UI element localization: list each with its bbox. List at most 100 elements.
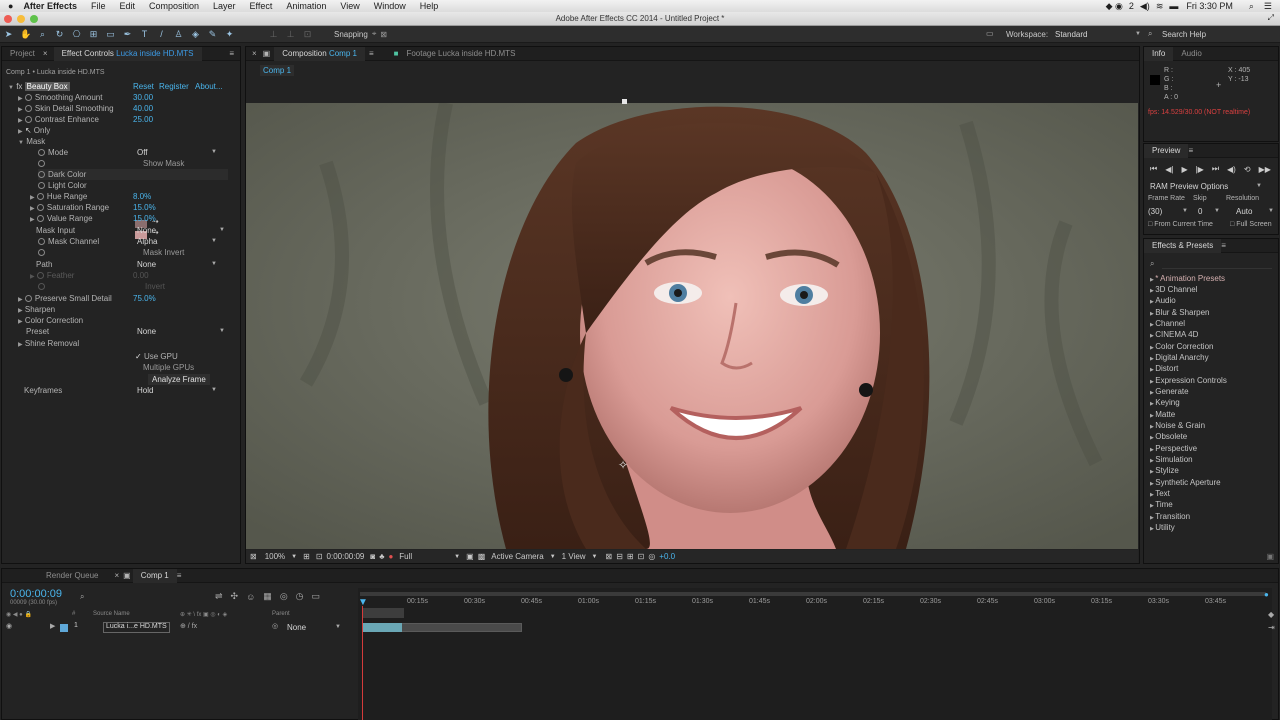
effects-search-input[interactable] xyxy=(1162,259,1272,269)
search-help-input[interactable]: Search Help xyxy=(1162,30,1206,39)
fullscreen-icon[interactable]: ⤢ xyxy=(1268,13,1274,23)
top-handle-marker[interactable] xyxy=(622,99,627,104)
menu-composition[interactable]: Composition xyxy=(149,1,199,11)
stopwatch-mask-invert[interactable] xyxy=(38,247,48,258)
show-mask-checkbox[interactable]: Show Mask xyxy=(143,158,184,169)
stopwatch-show-mask[interactable] xyxy=(38,158,48,169)
axis-view-icon[interactable]: ⊡ xyxy=(302,29,313,40)
region-of-interest-icon[interactable]: ▣ xyxy=(466,552,474,561)
keyframes-dropdown[interactable]: Hold xyxy=(137,385,217,396)
tab-footage[interactable]: Footage Lucka inside HD.MTS xyxy=(398,47,523,61)
effect-category-item[interactable]: Perspective xyxy=(1150,443,1197,454)
axis-icon[interactable]: ⊥ xyxy=(268,29,279,40)
exposure-value[interactable]: +0.0 xyxy=(659,552,675,561)
menu-edit[interactable]: Edit xyxy=(119,1,135,11)
prop-saturation-range[interactable]: ▶ Saturation Range xyxy=(30,202,109,213)
effect-category-item[interactable]: Expression Controls xyxy=(1150,375,1227,386)
mask-input-dropdown[interactable]: None xyxy=(137,225,225,236)
volume-icon[interactable]: ◀) xyxy=(1140,1,1150,12)
group-sharpen[interactable]: ▶ Sharpen xyxy=(18,304,55,315)
tab-effect-controls[interactable]: Effect Controls Lucka inside HD.MTS xyxy=(53,46,202,61)
tab-render-queue[interactable]: Render Queue xyxy=(2,569,106,583)
effects-menu-icon[interactable]: ≡ xyxy=(1221,241,1226,250)
effect-category-item[interactable]: Keying xyxy=(1150,397,1179,408)
status-icons[interactable]: ◆ ◉ xyxy=(1106,1,1123,12)
tab-audio[interactable]: Audio xyxy=(1173,47,1209,61)
effect-category-item[interactable]: Channel xyxy=(1150,318,1185,329)
preview-menu-icon[interactable]: ≡ xyxy=(1188,146,1193,155)
effect-category-item[interactable]: * Animation Presets xyxy=(1150,273,1225,284)
transparency-grid-icon[interactable]: ▩ xyxy=(478,552,486,561)
effect-category-item[interactable]: Simulation xyxy=(1150,454,1192,465)
effect-category-item[interactable]: Generate xyxy=(1150,386,1188,397)
play-icon[interactable]: ▶ xyxy=(1181,165,1187,174)
prop-preserve-small-detail[interactable]: ▶ Preserve Small Detail xyxy=(18,293,112,304)
viewer-panel-menu-icon[interactable]: ≡ xyxy=(369,49,374,58)
prop-only[interactable]: ▶ ↖ Only xyxy=(18,125,50,136)
prop-hue-range[interactable]: ▶ Hue Range xyxy=(30,191,87,202)
effect-category-item[interactable]: Noise & Grain xyxy=(1150,420,1205,431)
effect-category-item[interactable]: Synthetic Aperture xyxy=(1150,477,1220,488)
mask-visibility-icon[interactable]: ⊡ xyxy=(316,552,323,561)
comp-icon[interactable]: ▣ xyxy=(123,571,131,580)
type-tool-icon[interactable]: T xyxy=(139,29,150,40)
clone-stamp-tool-icon[interactable]: ♙ xyxy=(173,29,184,40)
comp-breadcrumb[interactable]: Comp 1 xyxy=(260,65,295,76)
toggle-pixel-aspect-icon[interactable]: ⊠ xyxy=(606,552,613,561)
composition-frame[interactable]: ✧ xyxy=(246,103,1138,549)
eraser-tool-icon[interactable]: ◈ xyxy=(190,29,201,40)
motion-blur-icon[interactable]: ◎ xyxy=(280,591,288,602)
layer-expand-icon[interactable]: ▶ xyxy=(50,622,55,630)
parent-dropdown[interactable]: None xyxy=(287,622,341,633)
from-current-time-checkbox[interactable]: □ From Current Time xyxy=(1148,221,1213,228)
clock[interactable]: Fri 3:30 PM xyxy=(1186,1,1233,11)
layer-switch-icons[interactable]: ⊕ / fx xyxy=(180,622,197,630)
app-menu[interactable]: After Effects xyxy=(23,1,77,11)
effect-category-item[interactable]: Obsolete xyxy=(1150,431,1187,442)
apple-icon[interactable]: ● xyxy=(8,1,13,11)
flag-icon[interactable]: ▬ xyxy=(1169,1,1178,11)
menu-help[interactable]: Help xyxy=(420,1,439,11)
hue-range-value[interactable]: 8.0% xyxy=(133,191,151,202)
layer-name[interactable]: Lucka i...e HD.MTS xyxy=(103,622,170,633)
exposure-icon[interactable]: ◎ xyxy=(648,552,655,561)
layer-row[interactable]: ◉ ▶ 1 Lucka i...e HD.MTS ⊕ / fx ◎ None xyxy=(0,622,358,634)
tab-comp-1[interactable]: Comp 1 xyxy=(132,568,177,583)
prop-skin-detail-smoothing[interactable]: ▶ Skin Detail Smoothing xyxy=(18,103,114,114)
comp-button-icon[interactable]: ◆ xyxy=(1268,610,1274,619)
effect-category-item[interactable]: CINEMA 4D xyxy=(1150,329,1198,340)
snapping-toggle-icon[interactable]: ⊠ xyxy=(380,30,387,39)
smoothing-amount-value[interactable]: 30.00 xyxy=(133,92,153,103)
tab-composition[interactable]: Composition Comp 1 xyxy=(274,46,365,61)
effects-search-icon[interactable]: ⌕ xyxy=(1150,259,1154,269)
effect-row-beauty-box[interactable]: ▼ fx Beauty Box xyxy=(8,81,70,92)
search-help-icon[interactable]: ⌕ xyxy=(1148,29,1152,39)
close-viewer-tab-icon[interactable]: × xyxy=(252,49,257,58)
resolution-dropdown[interactable]: Full xyxy=(399,552,412,561)
effect-category-item[interactable]: Transition xyxy=(1150,511,1190,522)
close-tab-icon[interactable]: × xyxy=(43,49,48,58)
menu-window[interactable]: Window xyxy=(374,1,406,11)
effect-category-item[interactable]: Blur & Sharpen xyxy=(1150,307,1209,318)
prop-mode[interactable]: Mode xyxy=(38,147,68,158)
effect-name[interactable]: Beauty Box xyxy=(24,82,70,91)
prop-smoothing-amount[interactable]: ▶ Smoothing Amount xyxy=(18,92,102,103)
first-frame-icon[interactable]: ⏮ xyxy=(1150,164,1157,174)
magnification-arrow-icon[interactable]: ▼ xyxy=(291,554,297,560)
multiple-gpus-checkbox[interactable]: Multiple GPUs xyxy=(143,362,194,373)
preserve-small-detail-value[interactable]: 75.0% xyxy=(133,293,156,304)
menu-animation[interactable]: Animation xyxy=(286,1,326,11)
effect-category-item[interactable]: Color Correction xyxy=(1150,341,1213,352)
group-shine-removal[interactable]: ▶ Shine Removal xyxy=(18,338,79,349)
magnification-dropdown[interactable]: 100% xyxy=(265,552,285,561)
prop-contrast-enhance[interactable]: ▶ Contrast Enhance xyxy=(18,114,99,125)
camera-tool-icon[interactable]: ⎔ xyxy=(71,29,82,40)
frame-rate-dropdown[interactable]: (30) xyxy=(1148,206,1188,217)
grid-icon[interactable]: ⊞ xyxy=(303,552,310,561)
skip-dropdown[interactable]: 0 xyxy=(1198,206,1220,217)
mask-channel-dropdown[interactable]: Alpha xyxy=(137,236,217,247)
menu-view[interactable]: View xyxy=(340,1,359,11)
skin-detail-value[interactable]: 40.00 xyxy=(133,103,153,114)
path-dropdown[interactable]: None xyxy=(137,259,217,270)
prop-light-color[interactable]: Light Color xyxy=(38,180,87,191)
